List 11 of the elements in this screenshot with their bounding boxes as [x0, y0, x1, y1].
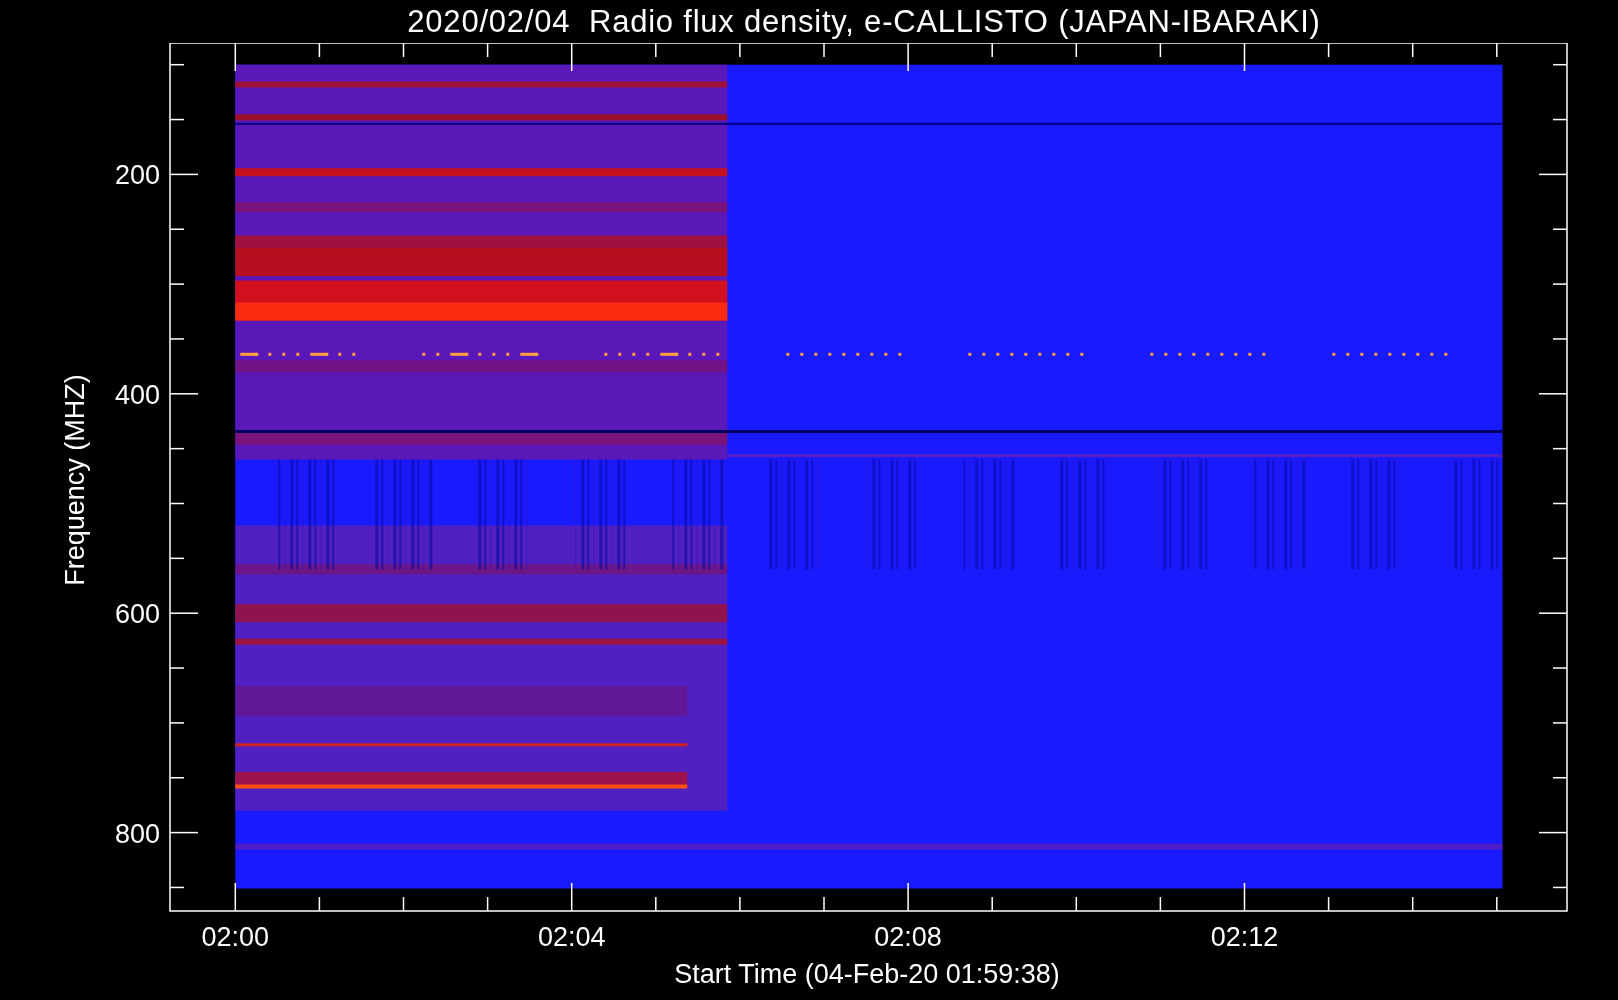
- y-axis-label: Frequency (MHZ): [60, 374, 90, 586]
- x-tick-label: 02:00: [201, 922, 270, 952]
- x-tick-label: 02:12: [1210, 922, 1279, 952]
- chart-title: 2020/02/04 Radio flux density, e-CALLISTO (JAPAN-IBARAKI): [407, 6, 1321, 37]
- x-tick-label: 02:08: [874, 922, 942, 952]
- y-tick-label: 800: [114, 818, 160, 849]
- x-tick-label: 02:04: [537, 922, 606, 952]
- x-axis-label: Start Time (04-Feb-20 01:59:38): [674, 959, 1060, 989]
- y-tick-label: 600: [114, 599, 160, 630]
- y-tick-label: 200: [114, 160, 160, 191]
- y-tick-label: 400: [114, 379, 160, 410]
